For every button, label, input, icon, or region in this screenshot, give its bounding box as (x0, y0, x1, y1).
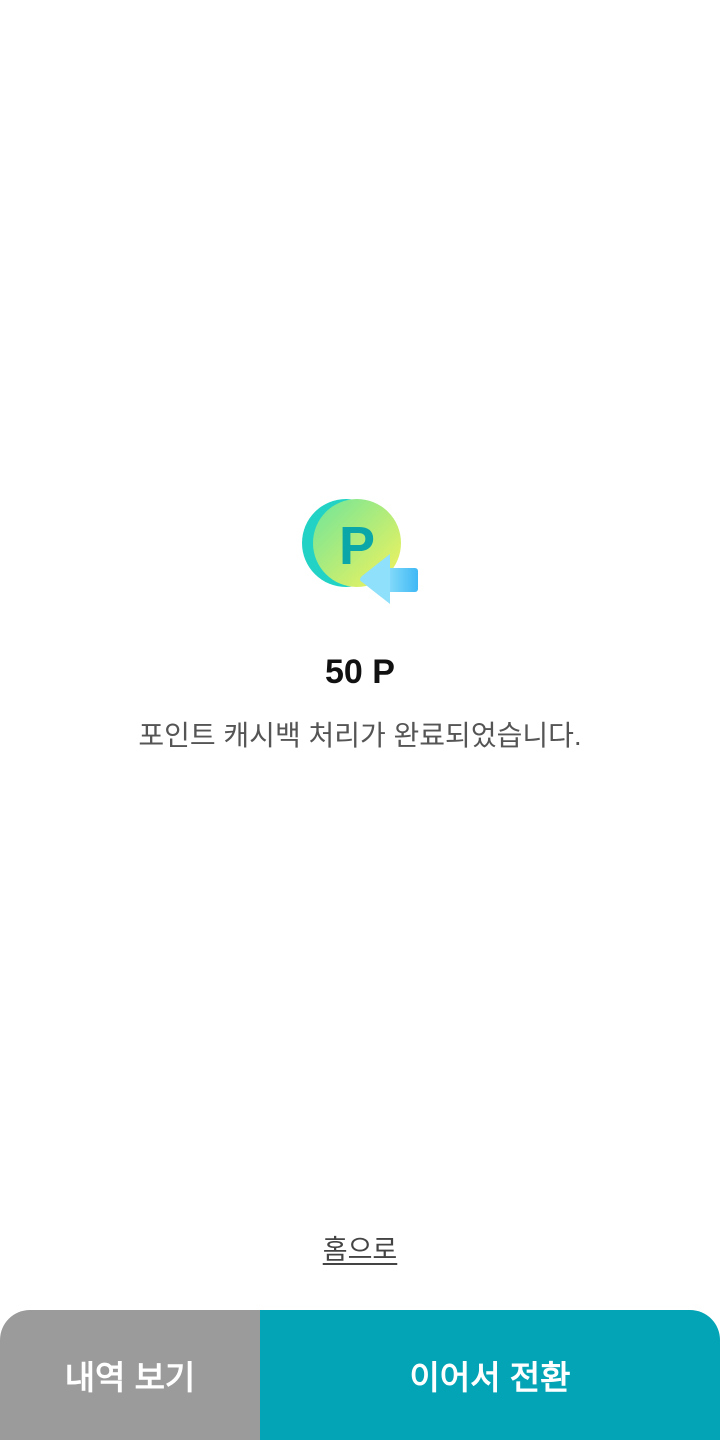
cashback-complete-message: 포인트 캐시백 처리가 완료되었습니다. (138, 720, 582, 751)
home-link-container: 홈으로 (0, 1230, 720, 1270)
cashback-amount: 50 P (325, 653, 395, 691)
point-cashback-icon: P (300, 496, 420, 606)
svg-text:P: P (339, 516, 375, 576)
bottom-action-bar: 내역 보기 이어서 전환 (0, 1310, 720, 1440)
home-link[interactable]: 홈으로 (323, 1235, 398, 1265)
continue-conversion-button[interactable]: 이어서 전환 (260, 1310, 720, 1440)
view-history-button[interactable]: 내역 보기 (0, 1310, 260, 1440)
